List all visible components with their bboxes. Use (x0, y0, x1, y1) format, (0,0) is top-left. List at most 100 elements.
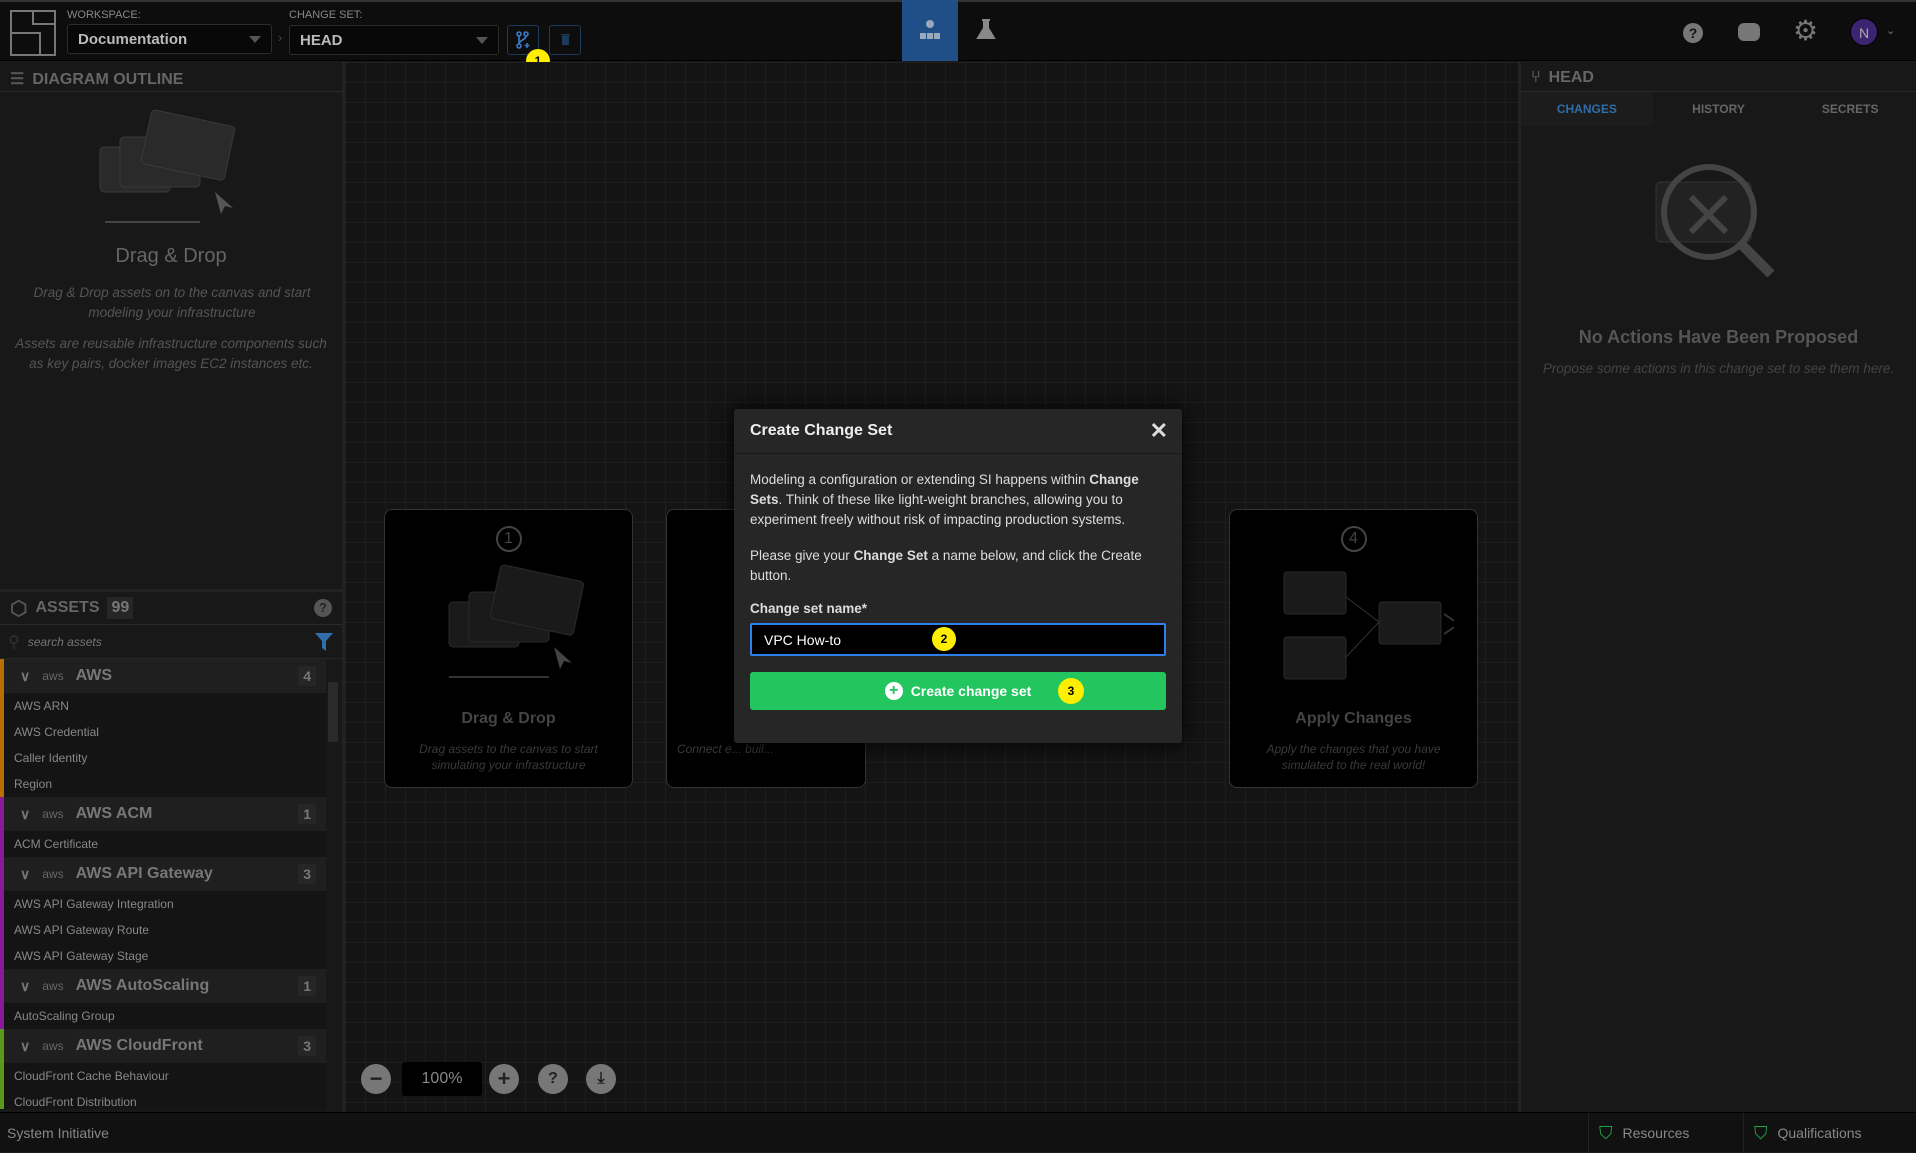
asset-group-header[interactable]: ∨ aws AWS CloudFront 3 (4, 1029, 326, 1063)
help-icon[interactable]: ? (538, 1064, 568, 1094)
gear-icon[interactable]: ⚙ (1793, 17, 1818, 45)
assets-count: 99 (107, 597, 134, 619)
group-name: AWS (75, 667, 113, 684)
asset-item[interactable]: Caller Identity (4, 745, 326, 771)
aws-logo-icon: aws (42, 1039, 64, 1053)
step-number: 1 (495, 526, 522, 552)
asset-group-header[interactable]: ∨ aws AWS AutoScaling 1 (4, 969, 326, 1003)
tab-lab[interactable] (958, 0, 1014, 61)
filter-icon[interactable] (314, 631, 334, 653)
group-count: 4 (298, 666, 316, 686)
asset-item[interactable]: CloudFront Cache Behaviour (4, 1063, 326, 1089)
brand-label: System Initiative (7, 1125, 109, 1141)
asset-item[interactable]: Region (4, 771, 326, 797)
plus-circle-icon: + (884, 682, 903, 700)
onboarding-card-4: 4 Apply Changes Apply the changes that y… (1229, 509, 1478, 788)
shield-check-icon: ⛉ (1754, 1122, 1768, 1143)
asset-group: ∨ aws AWS API Gateway 3 AWS API Gateway Inte… (0, 857, 326, 969)
group-count: 3 (298, 864, 316, 884)
outline-empty-text-2: Assets are reusable infrastructure compo… (15, 336, 327, 371)
zoom-in-button[interactable]: + (489, 1064, 519, 1094)
flask-icon (976, 19, 996, 39)
aws-logo-icon: aws (42, 669, 64, 683)
tab-history[interactable]: HISTORY (1652, 92, 1785, 126)
status-bar: System Initiative ⛉ Resources ⛉ Qualificat… (0, 1112, 1916, 1153)
discord-icon[interactable] (1738, 23, 1760, 41)
changeset-select[interactable]: HEAD (289, 25, 499, 55)
chevron-down-icon: ∨ (20, 667, 31, 684)
changeset-header: ⑂ HEAD (1521, 62, 1916, 92)
qualifications-label: Qualifications (1777, 1125, 1862, 1141)
close-icon[interactable]: ✕ (1150, 418, 1168, 444)
si-logo-icon[interactable] (10, 10, 56, 56)
asset-item[interactable]: ACM Certificate (4, 831, 326, 857)
outline-header: ☰ DIAGRAM OUTLINE (0, 62, 342, 92)
changeset-name-input[interactable]: VPC How-to 2 (750, 623, 1166, 656)
chevron-down-icon: ∨ (20, 865, 31, 882)
search-input[interactable] (27, 634, 314, 649)
asset-group-header[interactable]: ∨ aws AWS 4 (4, 659, 326, 693)
delete-changeset-button[interactable] (549, 25, 581, 55)
top-bar: WORKSPACE: Documentation › CHANGE SET: H… (0, 0, 1916, 73)
branch-icon: ⑂ (1531, 69, 1541, 86)
card-description: Connect e... buil... (677, 742, 774, 756)
download-icon[interactable]: ⤓ (586, 1064, 616, 1094)
outline-title: DIAGRAM OUTLINE (32, 71, 184, 88)
workspace-value: Documentation (78, 31, 188, 48)
zoom-out-button[interactable]: − (361, 1064, 391, 1094)
annotation-badge: 2 (932, 627, 956, 651)
help-icon[interactable]: ? (314, 599, 332, 617)
drag-drop-illustration (448, 564, 584, 678)
right-panel: ⑂ HEAD CHANGES HISTORY SECRETS No Actions… (1518, 62, 1916, 1112)
asset-search[interactable]: ⚲ (0, 625, 342, 659)
resources-button[interactable]: ⛉ Resources (1588, 1113, 1743, 1153)
tab-changes[interactable]: CHANGES (1521, 92, 1653, 126)
asset-group: ∨ aws AWS ACM 1 ACM Certificate (0, 797, 326, 857)
no-actions-text: Propose some actions in this change set … (1542, 361, 1895, 376)
qualifications-button[interactable]: ⛉ Qualifications (1743, 1113, 1916, 1153)
group-count: 1 (298, 804, 316, 824)
asset-group-header[interactable]: ∨ aws AWS API Gateway 3 (4, 857, 326, 891)
asset-item[interactable]: AWS Credential (4, 719, 326, 745)
modal-instructions: Please give your Change Set a name below… (750, 546, 1166, 586)
card-description: Drag assets to the canvas to start simul… (419, 742, 598, 772)
workspace-select[interactable]: Documentation (67, 24, 272, 54)
assets-title: ASSETS (35, 599, 100, 616)
chevron-down-icon: ∨ (20, 1037, 31, 1054)
apply-changes-illustration (1283, 571, 1461, 680)
avatar[interactable]: N (1850, 18, 1878, 46)
shield-check-icon: ⛉ (1599, 1122, 1613, 1143)
tab-secrets[interactable]: SECRETS (1784, 92, 1916, 126)
asset-group-header[interactable]: ∨ aws AWS ACM 1 (4, 797, 326, 831)
changeset-label: CHANGE SET: (289, 9, 363, 21)
asset-item[interactable]: AWS ARN (4, 693, 326, 719)
chevron-down-icon[interactable]: ⌄ (1886, 24, 1895, 37)
left-panel: ☰ DIAGRAM OUTLINE Drag & Drop Drag & Drop… (0, 62, 345, 1112)
asset-item[interactable]: AWS API Gateway Route (4, 917, 326, 943)
asset-item[interactable]: AWS API Gateway Integration (4, 891, 326, 917)
create-changeset-submit[interactable]: + Create change set 3 (750, 672, 1166, 710)
group-count: 1 (298, 976, 316, 996)
chevron-down-icon: ∨ (20, 805, 31, 822)
scrollbar[interactable] (328, 682, 338, 742)
asset-group: ∨ aws AWS 4 AWS ARN AWS Credential Caller Iden… (0, 659, 326, 797)
resources-label: Resources (1622, 1125, 1690, 1141)
modal-title: Create Change Set (750, 422, 893, 439)
asset-item[interactable]: CloudFront Distribution (4, 1089, 326, 1109)
asset-tree: ∨ aws AWS 4 AWS ARN AWS Credential Caller Iden… (0, 659, 326, 1109)
asset-item[interactable]: AWS API Gateway Stage (4, 943, 326, 969)
card-description: Apply the changes that you have simulate… (1266, 742, 1441, 772)
zoom-level[interactable]: 100% (402, 1062, 482, 1096)
group-name: AWS ACM (75, 805, 153, 822)
outline-empty-title: Drag & Drop (115, 245, 227, 267)
asset-group: ∨ aws AWS CloudFront 3 CloudFront Cache Beha… (0, 1029, 326, 1109)
input-value: VPC How-to (764, 632, 842, 648)
chevron-right-icon: › (278, 30, 283, 45)
group-name: AWS AutoScaling (75, 977, 210, 994)
tab-model[interactable] (902, 0, 958, 61)
aws-logo-icon: aws (42, 807, 64, 821)
asset-item[interactable]: AutoScaling Group (4, 1003, 326, 1029)
chevron-down-icon (249, 36, 261, 43)
chevron-down-icon: ∨ (20, 977, 31, 994)
help-icon[interactable]: ? (1683, 23, 1703, 43)
